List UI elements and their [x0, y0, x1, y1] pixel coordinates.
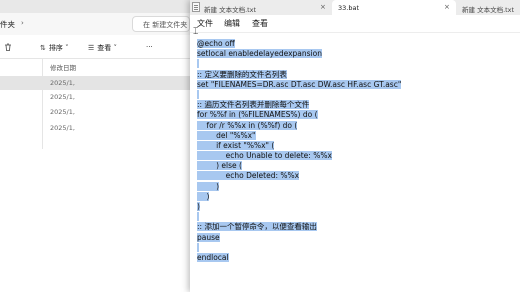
code-line-text — [197, 242, 200, 252]
sort-label: 排序 — [48, 44, 63, 52]
menu-view[interactable]: 查看 — [252, 18, 268, 29]
modified-date: 2025/1, — [50, 124, 75, 132]
close-icon[interactable]: × — [320, 3, 326, 11]
notepad-tab-bar: 新建 文本文档.txt × 33.bat × 新建 文本文档.txt — [190, 0, 520, 15]
code-line[interactable]: pause — [197, 232, 517, 243]
code-line[interactable] — [197, 89, 517, 100]
notepad-window: 新建 文本文档.txt × 33.bat × 新建 文本文档.txt 文件 编辑… — [190, 0, 520, 292]
menu-bar: 文件 编辑 查看 — [190, 15, 520, 32]
code-line-text: :: 遍历文件名列表并删除每个文件 — [197, 100, 310, 110]
tab-file-1[interactable]: 新建 文本文档.txt × — [190, 0, 330, 15]
search-box[interactable]: 在 新建文件夹 — [132, 16, 190, 32]
sort-button[interactable]: ⇅ 排序 ˅ — [40, 43, 72, 53]
tab-file-3[interactable]: 新建 文本文档.txt — [458, 0, 520, 15]
trash-icon — [5, 43, 11, 51]
code-line[interactable] — [197, 59, 517, 69]
code-line-text: setlocal enabledelayedexpansion — [197, 49, 322, 59]
code-line-text: ) — [197, 191, 210, 201]
column-header-modified[interactable]: 修改日期 — [50, 62, 76, 72]
breadcrumb[interactable]: 件夹 — [0, 19, 15, 30]
code-line[interactable]: @echo off — [197, 39, 517, 49]
code-line-text: if exist "%%x" ( — [197, 140, 275, 150]
code-line[interactable]: if exist "%%x" ( — [197, 140, 517, 151]
table-row[interactable]: 2025/1, — [0, 121, 190, 135]
table-row[interactable]: 2025/1, — [0, 105, 190, 119]
code-line-text — [197, 89, 200, 99]
delete-button[interactable] — [4, 43, 12, 53]
code-line-text: for %%f in (%FILENAMES%) do ( — [197, 110, 318, 120]
code-line-text: ) — [197, 202, 200, 211]
table-row[interactable]: 2025/1, — [0, 76, 190, 90]
code-line-text: :: 添加一个暂停命令，以便查看输出 — [197, 222, 317, 232]
file-explorer-window: 件夹 › 在 新建文件夹 ⇅ 排序 ˅ ☰ 查看 ˅ ··· 修改日期 2025/1… — [0, 0, 190, 292]
chevron-down-icon: ˅ — [111, 44, 118, 52]
code-line[interactable]: setlocal enabledelayedexpansion — [197, 49, 517, 59]
code-line-text: del "%%x" — [197, 130, 256, 140]
code-line[interactable]: ) else ( — [197, 161, 517, 171]
code-line[interactable]: :: 遍历文件名列表并删除每个文件 — [197, 100, 517, 110]
code-line-text — [197, 212, 200, 222]
code-line-text: :: 定义要删除的文件名列表 — [197, 69, 287, 79]
code-line[interactable]: :: 添加一个暂停命令，以便查看输出 — [197, 222, 517, 232]
text-cursor-icon: ⌶ — [193, 27, 199, 37]
code-line-text: ) else ( — [197, 161, 242, 171]
code-line-text: echo Deleted: %%x — [197, 171, 300, 181]
code-line[interactable]: ) — [197, 191, 517, 202]
tab-file-2[interactable]: 33.bat × — [332, 0, 456, 15]
menu-edit[interactable]: 编辑 — [224, 18, 240, 29]
code-line[interactable]: for /r %%x in (%%f) do ( — [197, 120, 517, 131]
code-line-text: endlocal — [197, 252, 229, 262]
table-row[interactable]: 2025/1, — [0, 90, 190, 104]
code-line-text: ) — [197, 181, 219, 191]
chevron-down-icon: ˅ — [62, 44, 69, 52]
tab-label: 新建 文本文档.txt — [204, 6, 257, 14]
code-line[interactable]: echo Unable to delete: %%x — [197, 151, 517, 161]
code-line-text: @echo off — [197, 39, 235, 48]
modified-date: 2025/1, — [50, 93, 75, 101]
code-line[interactable]: ) — [197, 181, 517, 192]
code-line[interactable]: :: 定义要删除的文件名列表 — [197, 69, 517, 80]
view-label: 查看 — [97, 44, 112, 52]
code-line[interactable]: del "%%x" — [197, 130, 517, 141]
code-line[interactable] — [197, 212, 517, 222]
code-line[interactable]: echo Deleted: %%x — [197, 171, 517, 181]
code-line-text: pause — [197, 232, 220, 242]
view-icon: ☰ — [88, 44, 95, 52]
code-line[interactable]: for %%f in (%FILENAMES%) do ( — [197, 110, 517, 120]
code-line[interactable]: endlocal — [197, 252, 517, 263]
modified-date: 2025/1, — [50, 108, 75, 116]
code-line-text: set "FILENAMES=DR.asc DT.asc DW.asc HF.a… — [197, 79, 402, 89]
search-input[interactable]: 在 新建文件夹 — [143, 20, 187, 30]
more-options-button[interactable]: ··· — [146, 43, 153, 51]
explorer-toolbar: ⇅ 排序 ˅ ☰ 查看 ˅ ··· — [0, 38, 190, 59]
menu-file[interactable]: 文件 — [197, 18, 213, 29]
text-editor[interactable]: @echo off setlocal enabledelayedexpansion… — [197, 39, 517, 289]
sort-icon: ⇅ — [40, 44, 46, 52]
code-line[interactable] — [197, 242, 517, 253]
close-icon[interactable]: × — [444, 3, 450, 11]
chevron-right-icon[interactable]: › — [21, 19, 24, 27]
tab-label: 33.bat — [338, 4, 359, 12]
code-line[interactable]: set "FILENAMES=DR.asc DT.asc DW.asc HF.a… — [197, 79, 517, 90]
view-button[interactable]: ☰ 查看 ˅ — [88, 43, 120, 53]
menu-separator — [190, 32, 520, 33]
code-line-text: echo Unable to delete: %%x — [197, 151, 332, 161]
explorer-tab-bar — [0, 0, 190, 13]
modified-date: 2025/1, — [50, 79, 75, 87]
code-line[interactable]: ) — [197, 202, 517, 212]
list-header: 修改日期 — [0, 59, 190, 73]
notepad-file-icon — [192, 2, 200, 12]
tab-label: 新建 文本文档.txt — [462, 6, 515, 14]
code-line-text — [197, 59, 200, 69]
code-line-text: for /r %%x in (%%f) do ( — [197, 120, 298, 130]
